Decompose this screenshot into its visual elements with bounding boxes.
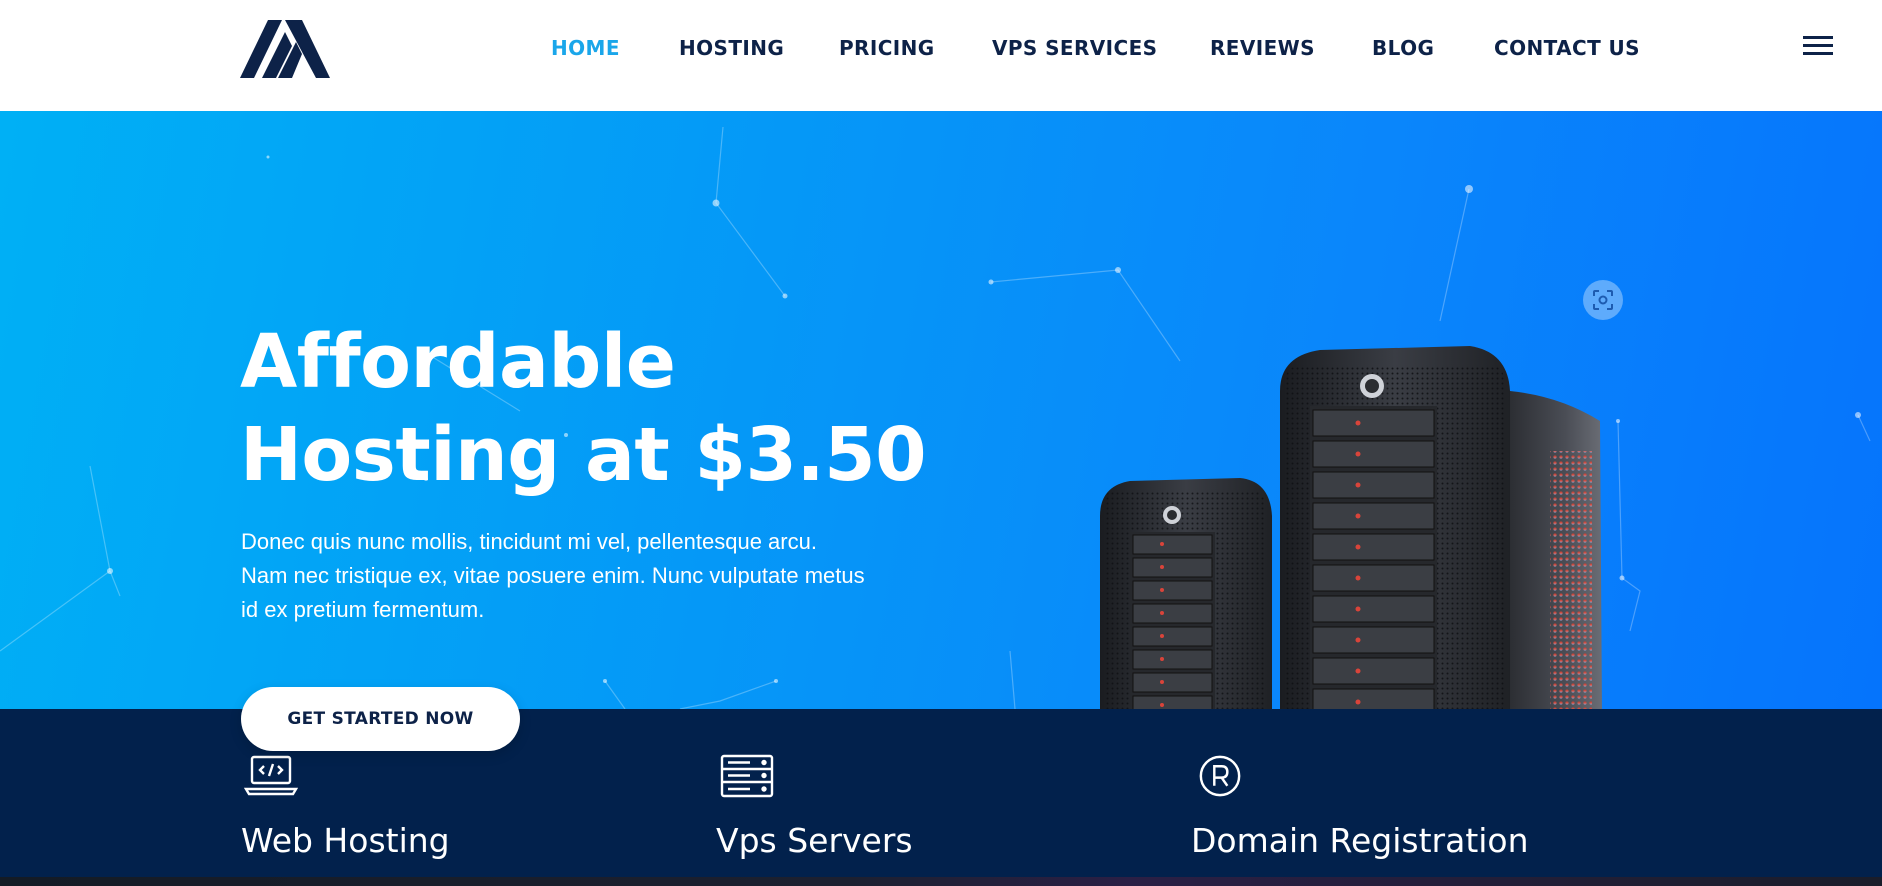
hero-section: Affordable Hosting at $3.50 Donec quis n…	[0, 111, 1882, 709]
server-towers-image	[1100, 346, 1602, 709]
hamburger-menu-icon[interactable]	[1803, 36, 1833, 56]
hero-title-line2: Hosting at $3.50	[240, 412, 927, 498]
visual-search-icon[interactable]	[1583, 280, 1623, 320]
get-started-button[interactable]: GET STARTED NOW	[241, 687, 520, 751]
server-rack-icon	[720, 754, 774, 798]
main-nav: HOME HOSTING PRICING VPS SERVICES REVIEW…	[0, 36, 1882, 60]
feature-title-domain-registration: Domain Registration	[1191, 821, 1529, 860]
nav-vps-services[interactable]: VPS SERVICES	[992, 36, 1157, 60]
site-header: HOME HOSTING PRICING VPS SERVICES REVIEW…	[0, 0, 1882, 111]
feature-title-web-hosting: Web Hosting	[241, 821, 450, 860]
nav-hosting[interactable]: HOSTING	[679, 36, 784, 60]
hero-title-line1: Affordable	[240, 319, 676, 405]
hero-text-line3: id ex pretium fermentum.	[241, 597, 485, 622]
hero-title: Affordable Hosting at $3.50	[240, 316, 1000, 502]
nav-pricing[interactable]: PRICING	[839, 36, 935, 60]
hero-text-line2: Nam nec tristique ex, vitae posuere enim…	[241, 563, 865, 588]
nav-blog[interactable]: BLOG	[1372, 36, 1434, 60]
laptop-code-icon	[244, 755, 298, 796]
nav-home[interactable]: HOME	[551, 36, 620, 60]
feature-title-vps-servers: Vps Servers	[716, 821, 913, 860]
get-started-label: GET STARTED NOW	[287, 709, 474, 729]
registered-trademark-icon	[1199, 755, 1241, 797]
nav-contact-us[interactable]: CONTACT US	[1494, 36, 1640, 60]
hero-description: Donec quis nunc mollis, tincidunt mi vel…	[241, 525, 941, 627]
bottom-strip	[0, 877, 1882, 886]
nav-reviews[interactable]: REVIEWS	[1210, 36, 1315, 60]
hero-text-line1: Donec quis nunc mollis, tincidunt mi vel…	[241, 529, 817, 554]
